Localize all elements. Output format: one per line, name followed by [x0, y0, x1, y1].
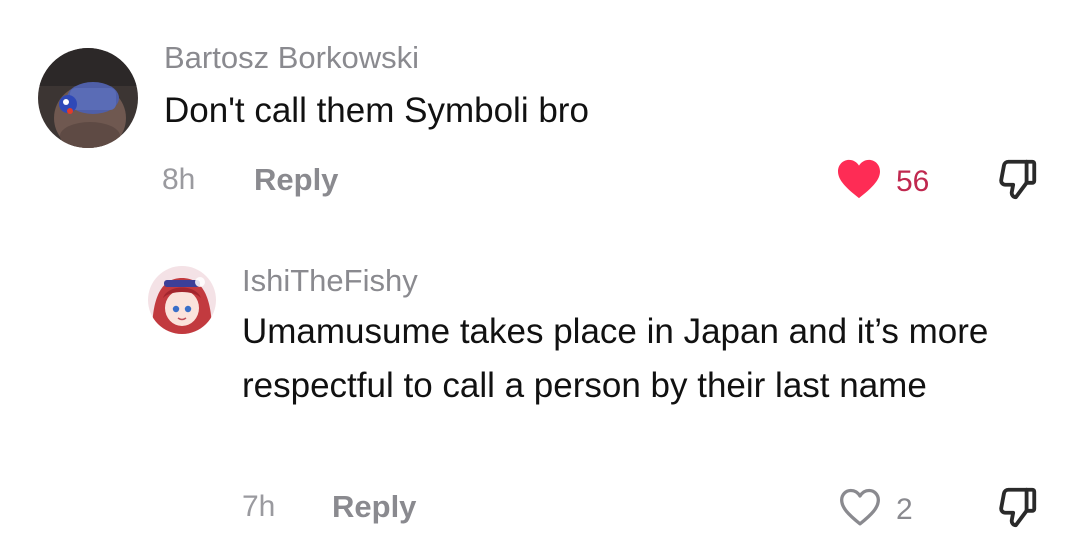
like-count: 56 [896, 164, 930, 198]
like-count: 2 [896, 492, 913, 526]
avatar[interactable] [38, 48, 138, 148]
comment-text: Don't call them Symboli bro [164, 91, 589, 130]
reply-button[interactable]: Reply [254, 162, 338, 198]
comment-username[interactable]: Bartosz Borkowski [164, 40, 419, 76]
heart-outline-icon [838, 486, 882, 533]
comment-timestamp: 7h [242, 490, 276, 523]
thumbs-down-icon [994, 487, 1040, 534]
like-button[interactable]: 56 [836, 158, 929, 205]
dislike-button[interactable] [994, 156, 1040, 207]
heart-filled-icon [836, 158, 882, 205]
like-button[interactable]: 2 [838, 486, 913, 533]
comment-text: Umamusume takes place in Japan and it’s … [242, 312, 989, 405]
dislike-button[interactable] [994, 484, 1040, 535]
comment-timestamp: 8h [162, 163, 196, 196]
comment-username[interactable]: IshiTheFishy [242, 263, 418, 299]
avatar[interactable] [148, 266, 216, 334]
reply-button[interactable]: Reply [332, 489, 416, 525]
thumbs-down-icon [994, 159, 1040, 206]
